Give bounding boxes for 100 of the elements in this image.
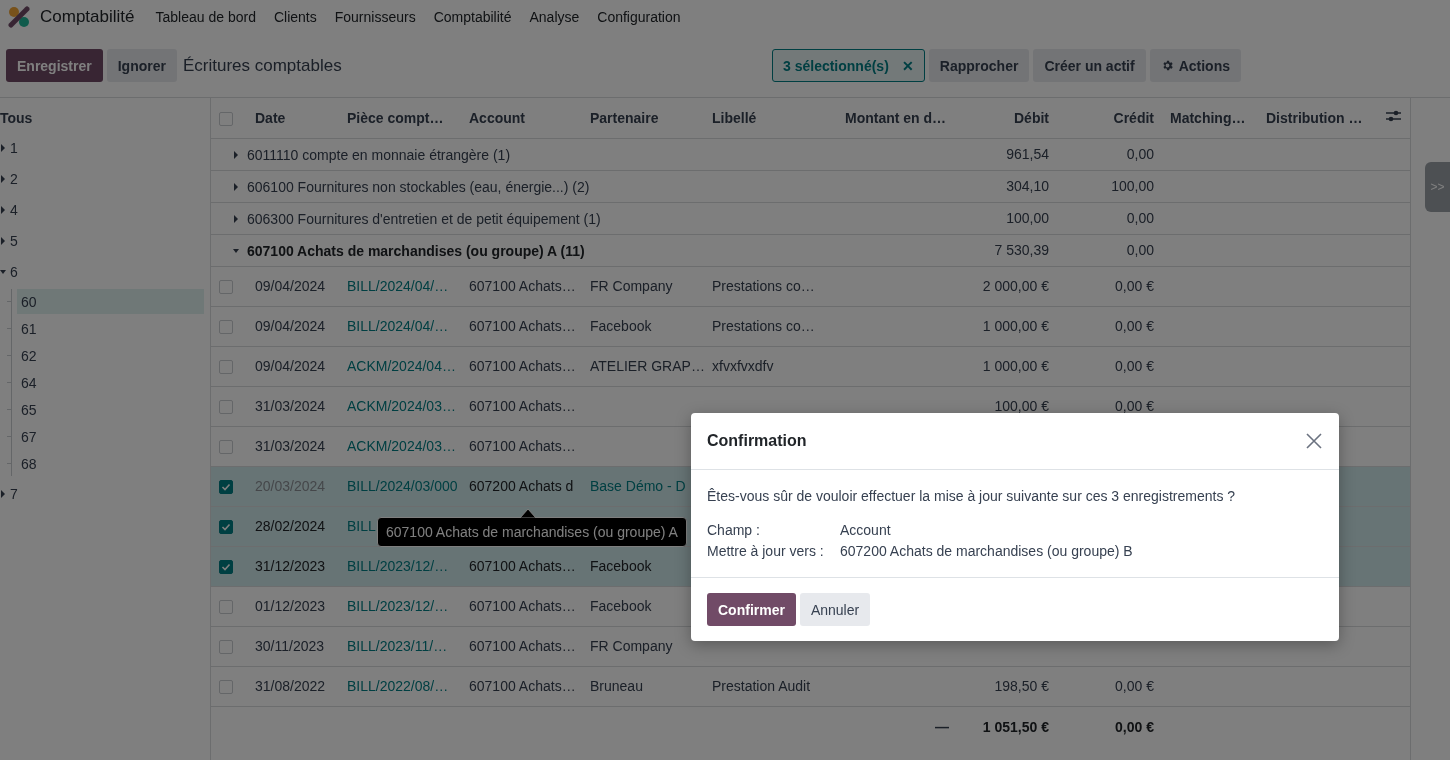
entry-link[interactable]: BILL/2024/03/000 <box>347 478 458 494</box>
account-cell: 607100 Achats… <box>469 598 576 614</box>
selection-badge[interactable]: 3 sélectionné(s) ✕ <box>772 49 925 82</box>
caret-icon[interactable] <box>233 214 239 223</box>
menu-item[interactable]: Analyse <box>520 9 589 25</box>
column-settings-icon[interactable] <box>1386 109 1401 124</box>
label-cell: Prestations co… <box>712 278 815 294</box>
row-checkbox[interactable] <box>219 480 233 495</box>
cancel-button[interactable]: Annuler <box>799 593 871 626</box>
group-header[interactable]: 606100 Fournitures non stockables (eau, énergie...) (2) <box>247 178 590 195</box>
label-cell: xfvxfvxdfv <box>712 358 774 374</box>
group-debit: 961,54 <box>1006 146 1049 162</box>
column-header[interactable]: Libellé <box>704 98 837 138</box>
entry-link[interactable]: BILL/2024/04/… <box>347 318 449 334</box>
date-cell: 31/08/2022 <box>255 678 326 694</box>
menu-item[interactable]: Tableau de bord <box>146 9 265 25</box>
column-header[interactable]: Pièce compt… <box>339 98 461 138</box>
entry-link[interactable]: BILL/2023/11/… <box>347 638 448 654</box>
partner-cell: FR Company <box>590 278 673 294</box>
caret-icon[interactable] <box>0 267 6 276</box>
date-cell: 31/03/2024 <box>255 438 326 454</box>
entry-link[interactable]: BILL/2022/08/… <box>347 678 449 694</box>
caret-icon[interactable] <box>0 236 6 245</box>
date-cell: 09/04/2024 <box>255 318 326 334</box>
partner-cell: Facebook <box>590 558 652 574</box>
save-button[interactable]: Enregistrer <box>6 49 103 82</box>
date-cell: 28/02/2024 <box>255 518 326 534</box>
column-header[interactable]: Débit <box>957 98 1057 138</box>
group-header[interactable]: 6011110 compte en monnaie étrangère (1) <box>247 146 511 163</box>
tree-item[interactable]: 64 <box>17 370 204 395</box>
row-checkbox[interactable] <box>219 520 233 535</box>
dialog-message: Êtes-vous sûr de vouloir effectuer la mise à jour suivante sur ces 3 enregistrements ? <box>707 488 1237 504</box>
clear-selection-button[interactable]: ✕ <box>901 57 914 74</box>
group-debit: 304,10 <box>1006 178 1049 194</box>
group-debit: 7 530,39 <box>994 242 1049 258</box>
caret-icon[interactable] <box>0 205 6 214</box>
tree-item[interactable]: 62 <box>17 343 204 368</box>
caret-icon[interactable] <box>0 143 6 152</box>
discard-button[interactable]: Ignorer <box>106 49 177 82</box>
tree-item[interactable]: 60 <box>17 289 204 314</box>
tree-item[interactable]: 65 <box>17 397 204 422</box>
group-header[interactable]: 606300 Fournitures d'entretien et de petit équipement (1) <box>247 210 601 227</box>
tree-item[interactable]: 61 <box>17 316 204 341</box>
actions-button[interactable]: Actions <box>1149 49 1241 82</box>
entry-link[interactable]: BILL/2023/12/… <box>347 558 449 574</box>
group-header[interactable]: 607100 Achats de marchandises (ou groupe) A (11) <box>247 242 585 259</box>
partner-cell: ATELIER GRAP… <box>590 358 705 374</box>
caret-icon[interactable] <box>233 246 239 255</box>
menu-item[interactable]: Configuration <box>588 9 690 25</box>
tree-item[interactable]: 7 <box>10 485 18 502</box>
account-cell: 607100 Achats… <box>469 638 576 654</box>
confirm-button[interactable]: Confirmer <box>707 593 796 626</box>
tree-item[interactable]: 68 <box>17 451 204 476</box>
entry-link[interactable]: BILL <box>347 518 376 534</box>
entry-link[interactable]: ACKM/2024/04… <box>347 358 456 374</box>
entry-link[interactable]: BILL/2023/12/… <box>347 598 449 614</box>
menu-item[interactable]: Fournisseurs <box>325 9 425 25</box>
column-header[interactable]: Account <box>461 98 582 138</box>
column-header[interactable]: Distribution … <box>1258 98 1378 138</box>
tree-root[interactable]: Tous <box>0 110 204 132</box>
column-header[interactable]: Date <box>247 98 339 138</box>
tree-item[interactable]: 2 <box>10 170 18 187</box>
column-header[interactable]: Matching… <box>1162 98 1258 138</box>
column-header[interactable]: Partenaire <box>582 98 704 138</box>
toolbar-button[interactable]: Rapprocher <box>928 49 1030 82</box>
tree-item[interactable]: 67 <box>17 424 204 449</box>
entry-link[interactable]: BILL/2024/04/… <box>347 278 449 294</box>
menu-item[interactable]: Clients <box>264 9 326 25</box>
entry-link[interactable]: ACKM/2024/03… <box>347 398 456 414</box>
account-cell: 607100 Achats… <box>469 318 576 334</box>
credit-cell: 0,00 € <box>1115 398 1154 414</box>
total-amount: — <box>935 719 949 736</box>
side-panel-toggle[interactable]: >> <box>1425 162 1450 212</box>
caret-icon[interactable] <box>233 150 239 159</box>
column-header[interactable]: Crédit <box>1057 98 1162 138</box>
account-cell: 607100 Achats… <box>469 358 576 374</box>
menu-item[interactable]: Comptabilité <box>424 9 521 25</box>
caret-icon[interactable] <box>0 174 6 183</box>
app-title[interactable]: Comptabilité <box>40 7 135 27</box>
tree-item[interactable]: 6 <box>10 263 18 280</box>
date-cell: 31/03/2024 <box>255 398 326 414</box>
row-checkbox[interactable] <box>219 560 233 575</box>
tree-item[interactable]: 4 <box>10 201 18 218</box>
entry-link[interactable]: ACKM/2024/03… <box>347 438 456 454</box>
tooltip-pointer <box>520 508 536 518</box>
label-cell: Prestations co… <box>712 318 815 334</box>
label-cell: Prestation Audit <box>712 678 811 694</box>
tree-item[interactable]: 5 <box>10 232 18 249</box>
toolbar-button[interactable]: Créer un actif <box>1033 49 1146 82</box>
account-cell[interactable]: 607200 Achats d <box>469 478 574 494</box>
group-credit: 0,00 <box>1126 210 1154 226</box>
close-button[interactable] <box>1305 432 1323 450</box>
caret-icon[interactable] <box>0 489 6 498</box>
app-logo-icon[interactable] <box>8 6 30 28</box>
account-cell: 607100 Achats… <box>469 558 576 574</box>
partner-cell: Bruneau <box>590 678 643 694</box>
column-header[interactable]: Montant en d… <box>837 98 957 138</box>
tree-item[interactable]: 1 <box>10 139 18 156</box>
field-name: Mettre à jour vers : <box>707 543 825 559</box>
caret-icon[interactable] <box>233 182 239 191</box>
